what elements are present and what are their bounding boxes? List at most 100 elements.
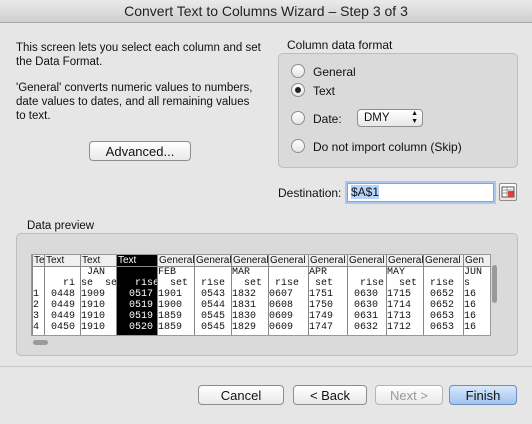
radio-date-button[interactable] [291,111,305,125]
preview-cell: 1830 [232,311,257,322]
preview-column-header[interactable]: General [424,255,463,267]
preview-column-header[interactable]: Te [33,255,44,267]
destination-value: $A$1 [351,185,380,199]
preview-cell: 0449 [45,311,76,322]
column-format-group: General Text Date: DMY ▲ ▼ Do not import … [278,53,518,168]
preview-column[interactable]: General MAY set 1715 1714 1713 1712 [386,255,423,335]
preview-cell: 0632 [348,322,379,333]
preview-cell: 1 [33,289,40,300]
preview-cell [269,267,308,278]
preview-cell [117,267,157,278]
preview-column-header[interactable]: Text [81,255,116,267]
preview-column[interactable]: General FEB set 1901 1900 1859 1859 [157,255,194,335]
preview-cell: ri [45,278,76,289]
radio-skip-button[interactable] [291,139,305,153]
preview-column-header[interactable]: General [387,255,423,267]
preview-cell: rise [424,278,455,289]
preview-cell [348,267,386,278]
preview-column-header[interactable]: General [348,255,386,267]
preview-column-header[interactable]: General [158,255,194,267]
preview-column-header[interactable]: General [195,255,231,267]
preview-cell: 1747 [309,322,334,333]
preview-cell: 1901 [158,289,183,300]
preview-cell [33,278,44,289]
preview-cell: set [158,278,189,289]
preview-cell: 1900 [158,300,183,311]
preview-column-header[interactable]: Gen [464,255,490,267]
data-preview-label: Data preview [27,220,95,232]
data-preview-grid[interactable]: Te 1 2 3 4 Text ri 0448 0449 0449 0450 Text JA… [31,254,491,336]
preview-column[interactable]: General MAR set 1832 1831 1830 1829 [231,255,268,335]
preview-column[interactable]: Gen JUN s 16 16 16 16 [463,255,490,335]
back-button[interactable]: < Back [293,385,367,405]
preview-cell: 0630 [348,289,379,300]
vertical-scroll-thumb[interactable] [492,265,497,303]
finish-button[interactable]: Finish [449,385,517,405]
preview-cell [424,267,463,278]
preview-cell: 0653 [424,311,455,322]
preview-cell: set [232,278,263,289]
preview-cell: 1910 [81,322,106,333]
preview-column-header[interactable]: General [309,255,347,267]
preview-column-header[interactable]: General [232,255,268,267]
preview-cell: 0544 [195,300,226,311]
preview-cell: 16 [464,311,477,322]
preview-cell: 0609 [269,322,294,333]
date-format-value: DMY [364,112,390,124]
preview-cell: 0652 [424,289,455,300]
preview-column[interactable]: Text JANse set1909191019101910 [80,255,116,335]
next-button[interactable]: Next > [375,385,443,405]
preview-cell: 0448 [45,289,76,300]
cancel-button[interactable]: Cancel [198,385,284,405]
preview-column[interactable]: Text ri 0448 0449 0449 0450 [44,255,80,335]
preview-column[interactable]: General rise 0607 0608 0609 0609 [268,255,308,335]
preview-cell: 1712 [387,322,412,333]
preview-cell: MAR [232,267,251,278]
radio-general-button[interactable] [291,64,305,78]
preview-cell: 0609 [269,311,294,322]
date-format-select[interactable]: DMY ▲ ▼ [357,109,423,127]
preview-cell: rise [195,278,226,289]
preview-column[interactable]: General rise 0630 0630 0631 0632 [347,255,386,335]
preview-cell: 0543 [195,289,226,300]
preview-cell: 0519 [117,300,154,311]
preview-cell: 16 [464,300,477,311]
radio-skip-label: Do not import column (Skip) [313,140,462,154]
preview-cell: 0519 [117,311,154,322]
preview-column[interactable]: Text rise 0517 0519 0519 0520 [116,255,157,335]
preview-column[interactable]: General APR set 1751 1750 1749 1747 [308,255,347,335]
preview-cell: 0545 [195,322,226,333]
preview-cell: 0520 [117,322,154,333]
preview-column-header[interactable]: Text [45,255,80,267]
horizontal-scroll-thumb[interactable] [33,340,48,345]
preview-column-header[interactable]: Text [117,255,157,267]
preview-cell: JUN [464,267,483,278]
preview-column[interactable]: General rise 0652 0652 0653 0653 [423,255,463,335]
column-format-title: Column data format [287,38,393,52]
preview-cell: 0517 [117,289,154,300]
preview-column[interactable]: Te 1 2 3 4 [32,255,44,335]
preview-column[interactable]: General rise 0543 0544 0545 0545 [194,255,231,335]
preview-column-header[interactable]: General [269,255,308,267]
preview-cell: set [387,278,418,289]
select-arrows-icon: ▲ ▼ [411,110,418,125]
preview-cell: 1715 [387,289,412,300]
footer-separator [0,366,532,367]
preview-cell: 2 [33,300,40,311]
preview-cell: 3 [33,311,40,322]
preview-cell: 4 [33,322,40,333]
radio-text-button[interactable] [291,83,305,97]
advanced-button[interactable]: Advanced... [89,141,191,161]
preview-cell: 1713 [387,311,412,322]
destination-field[interactable]: $A$1 [347,183,494,202]
radio-date-label: Date: [313,112,342,126]
preview-horizontal-scrollbar[interactable] [31,339,489,347]
intro-paragraph-1: This screen lets you select each column … [16,42,261,68]
preview-cell: FEB [158,267,177,278]
preview-cell: 1909 [81,289,106,300]
collapse-dialog-button[interactable] [499,183,517,201]
preview-cell: rise [269,278,300,289]
radio-general-label: General [313,65,356,79]
preview-vertical-scrollbar[interactable] [491,263,499,335]
preview-cell: 0449 [45,300,76,311]
